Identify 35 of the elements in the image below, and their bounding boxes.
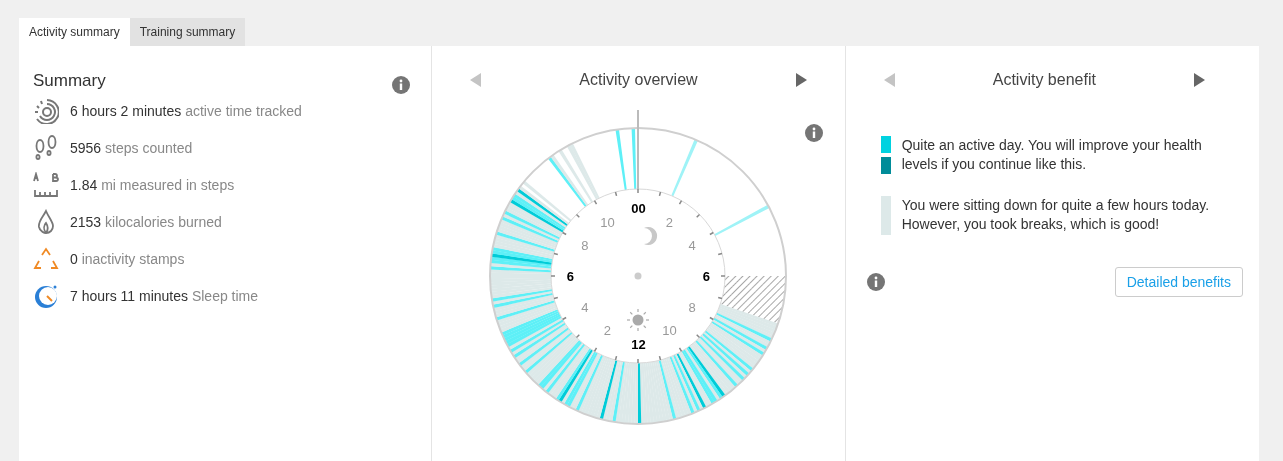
ruler-icon (33, 172, 59, 198)
info-icon[interactable] (866, 273, 885, 291)
next-arrow-icon[interactable] (1194, 73, 1205, 87)
hour-label: 4 (688, 238, 696, 252)
panel-title: Activity benefit (992, 70, 1096, 90)
info-icon[interactable] (392, 76, 411, 94)
hour-label: 10 (600, 215, 615, 229)
hour-label: 8 (581, 238, 589, 252)
summary-text: 5956 steps counted (70, 138, 193, 158)
hour-label: 10 (662, 323, 677, 337)
triangle-icon (33, 246, 59, 272)
hour-label: 12 (631, 337, 646, 351)
radiating-circles-icon (33, 98, 59, 124)
footprints-icon (33, 135, 59, 161)
hour-label: 2 (603, 323, 612, 337)
summary-title: Summary (33, 70, 106, 93)
summary-text: 6 hours 2 minutes active time tracked (70, 101, 302, 121)
info-icon[interactable] (804, 124, 823, 142)
hour-label: 4 (581, 300, 589, 314)
hour-label: 00 (631, 201, 646, 215)
summary-text: 2153 kilocalories burned (70, 212, 222, 232)
hour-label: 6 (566, 269, 575, 283)
hour-label: 2 (665, 215, 674, 229)
summary-text: 1.84 mi measured in steps (70, 175, 235, 195)
panel-title: Activity overview (579, 70, 698, 90)
summary-text: 7 hours 11 minutes Sleep time (70, 286, 259, 306)
hour-label: 6 (702, 269, 711, 283)
tab[interactable]: Training summary (129, 18, 246, 46)
legend-text: Quite an active day. You will improve your health levels if you continue like this. (901, 136, 1203, 174)
summary-text: 0 inactivity stamps (70, 249, 185, 269)
moon-clock-icon (33, 283, 59, 309)
hour-label: 8 (688, 300, 696, 314)
legend-text: You were sitting down for quite a few hours today. However, you took breaks, which is good! (901, 196, 1211, 234)
tab[interactable]: Activity summary (19, 18, 130, 46)
next-arrow-icon[interactable] (795, 73, 807, 87)
